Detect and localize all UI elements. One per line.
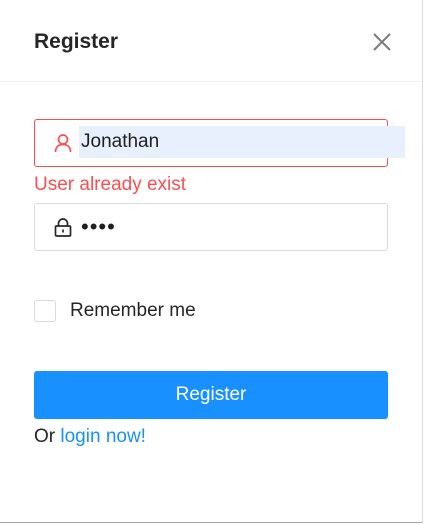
user-icon <box>54 134 72 153</box>
close-icon <box>373 33 391 51</box>
login-now-link[interactable]: login now! <box>60 426 146 447</box>
checkbox-box[interactable] <box>34 300 56 322</box>
login-prompt-prefix: Or <box>34 426 56 447</box>
password-input[interactable] <box>79 210 379 244</box>
close-button[interactable] <box>368 28 396 56</box>
username-error-message: User already exist <box>34 174 187 195</box>
username-input[interactable] <box>79 126 405 158</box>
lock-icon <box>54 218 72 237</box>
register-button[interactable]: Register <box>34 371 388 419</box>
username-field <box>34 119 405 167</box>
register-dialog: Register User already exist Remember me … <box>0 0 423 523</box>
login-prompt: Or login now! <box>34 424 146 450</box>
password-field <box>34 203 388 251</box>
remember-me-checkbox[interactable]: Remember me <box>34 298 196 324</box>
dialog-header: Register <box>0 0 422 82</box>
dialog-title: Register <box>34 30 119 53</box>
remember-me-label: Remember me <box>70 300 196 321</box>
